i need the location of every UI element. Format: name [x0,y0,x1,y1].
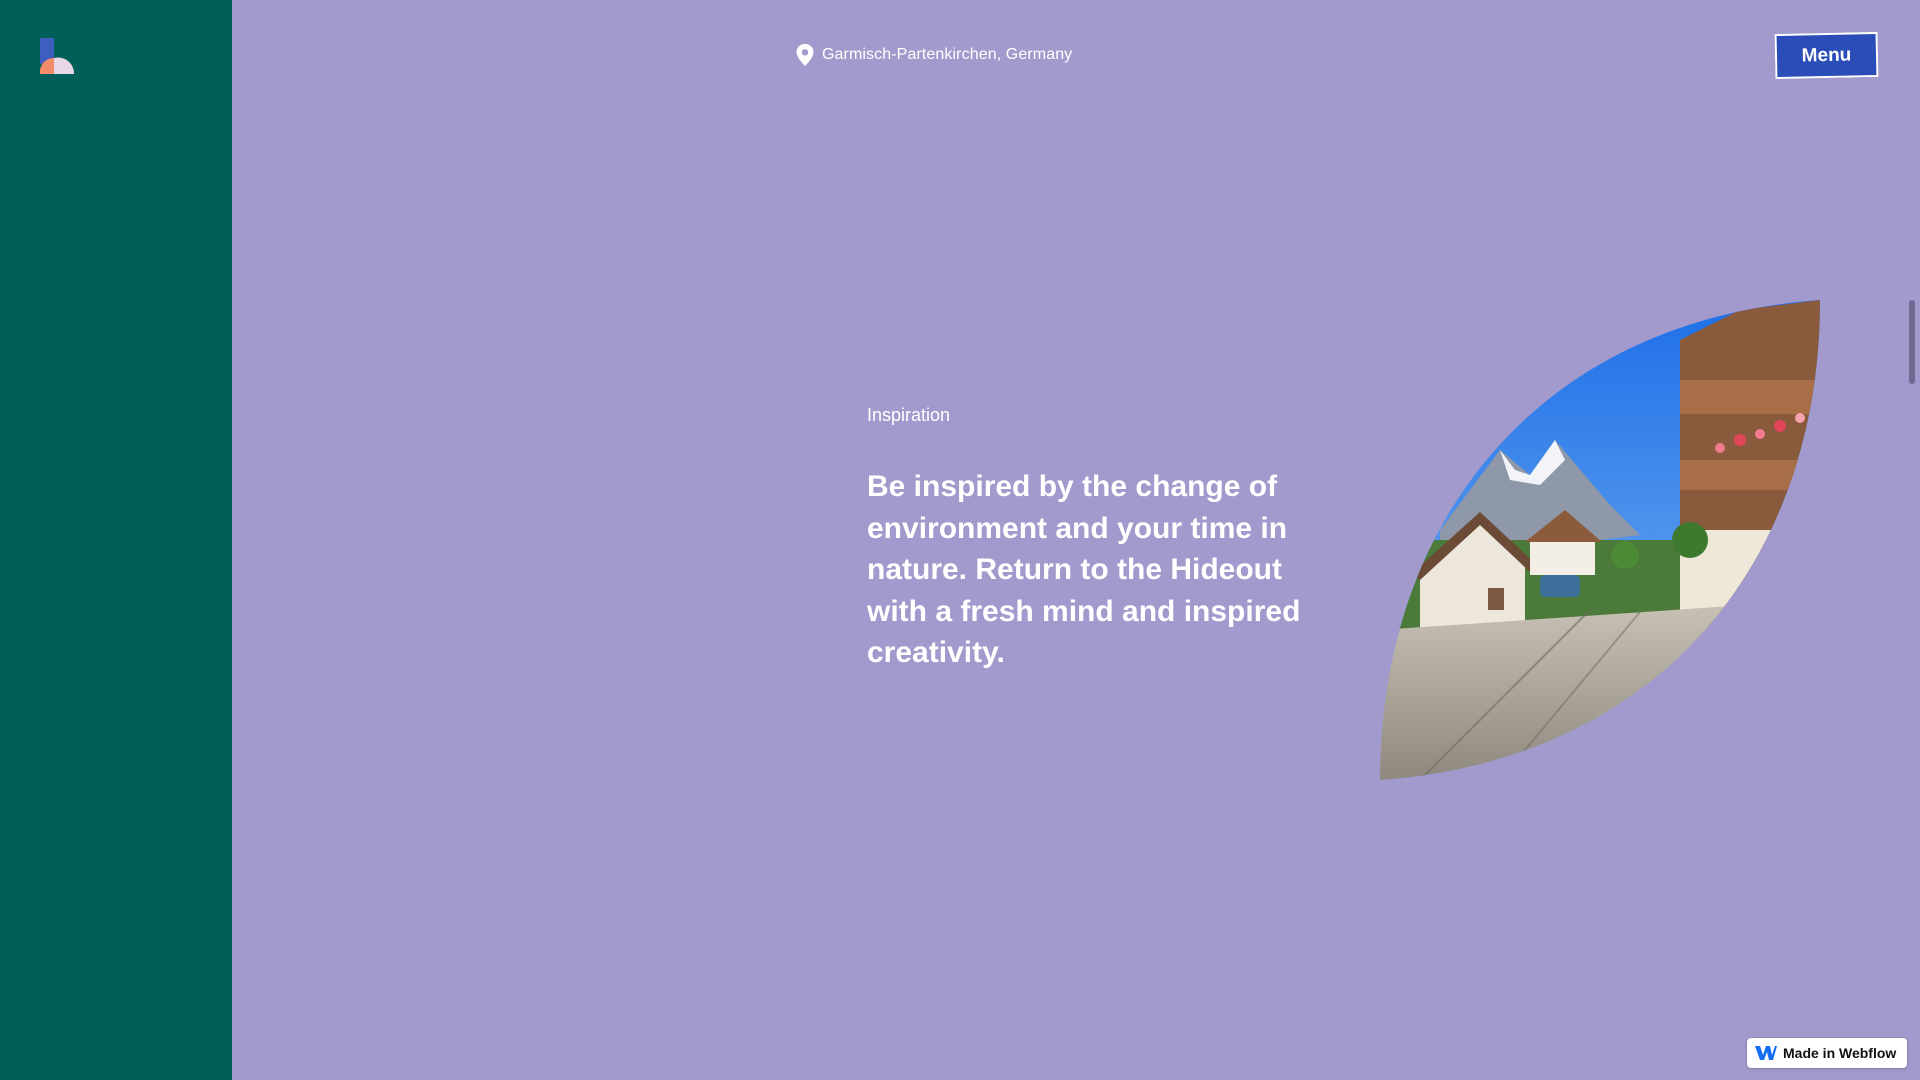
made-in-webflow-badge[interactable]: Made in Webflow [1747,1038,1907,1068]
brand-logo[interactable] [40,38,76,74]
section-label: Inspiration [867,405,951,425]
location-text: Garmisch-Partenkirchen, Germany [822,46,1073,63]
scrollbar-thumb[interactable] [1909,300,1915,384]
headline: Be inspired by the change of environment… [867,470,1301,669]
village-photo [1380,300,1820,780]
webflow-badge-label: Made in Webflow [1783,1045,1897,1061]
menu-button[interactable]: Menu [1774,31,1879,80]
webflow-icon [1755,1046,1777,1060]
location-label: Garmisch-Partenkirchen, Germany [796,44,1072,66]
sidebar [0,0,232,1080]
page: Garmisch-Partenkirchen, Germany Menu Ins… [0,0,1920,1080]
map-pin-icon [796,44,814,66]
